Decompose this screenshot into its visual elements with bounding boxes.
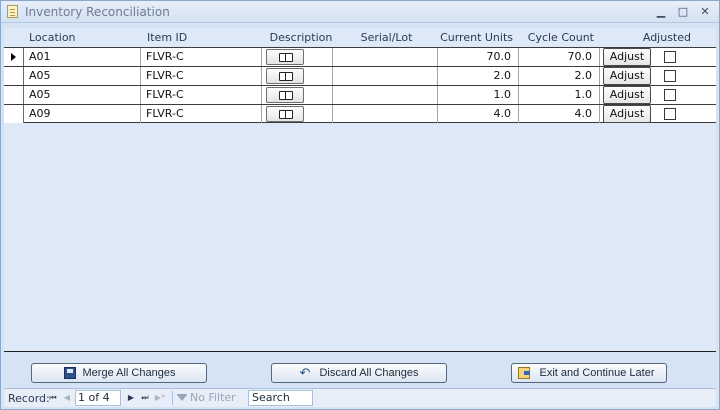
open-book-icon — [279, 72, 293, 81]
title-bar: Inventory Reconciliation ▁ □ ✕ — [1, 1, 719, 23]
discard-all-changes-button[interactable]: ↶ Discard All Changes — [271, 363, 447, 383]
location-cell[interactable]: A01 — [24, 48, 141, 66]
serial-lot-cell[interactable] — [333, 86, 438, 104]
open-book-icon — [279, 110, 293, 119]
record-label: Record: — [8, 392, 50, 405]
record-selector[interactable] — [4, 48, 24, 66]
filter-icon — [177, 394, 187, 402]
current-units-cell[interactable]: 4.0 — [438, 105, 519, 123]
current-units-cell[interactable]: 1.0 — [438, 86, 519, 104]
exit-and-continue-later-label: Exit and Continue Later — [539, 367, 655, 379]
no-filter-button[interactable]: No Filter — [176, 391, 244, 405]
merge-all-changes-button[interactable]: Merge All Changes — [31, 363, 207, 383]
adjusted-checkbox[interactable] — [664, 108, 676, 120]
current-units-cell[interactable]: 70.0 — [438, 48, 519, 66]
undo-icon: ↶ — [299, 365, 311, 380]
current-record-field[interactable]: 1 of 4 — [75, 390, 121, 406]
item-id-cell[interactable]: FLVR-C — [141, 86, 262, 104]
column-header-cycle-count: Cycle Count — [527, 31, 594, 44]
first-record-icon[interactable]: ⏮ — [47, 391, 59, 405]
view-description-button[interactable] — [266, 87, 304, 103]
current-record-arrow-icon — [11, 53, 16, 61]
record-selector[interactable] — [4, 86, 24, 104]
item-id-cell[interactable]: FLVR-C — [141, 67, 262, 85]
next-record-icon[interactable]: ▶ — [125, 391, 137, 405]
location-cell[interactable]: A05 — [24, 86, 141, 104]
exit-and-continue-later-button[interactable]: Exit and Continue Later — [511, 363, 667, 383]
view-description-button[interactable] — [266, 106, 304, 122]
serial-lot-cell[interactable] — [333, 67, 438, 85]
column-header-adjusted: Adjusted — [642, 31, 691, 44]
new-record-icon[interactable]: ▶* — [154, 391, 166, 405]
nav-separator — [172, 391, 173, 405]
exit-door-icon — [518, 367, 530, 379]
location-cell[interactable]: A05 — [24, 67, 141, 85]
form-icon — [7, 5, 18, 18]
table-row[interactable]: A05 FLVR-C 2.0 2.0 Adjust — [4, 66, 716, 85]
adjust-button[interactable]: Adjust — [603, 67, 651, 85]
discard-all-changes-label: Discard All Changes — [319, 367, 419, 379]
location-cell[interactable]: A09 — [24, 105, 141, 123]
table-row[interactable]: A05 FLVR-C 1.0 1.0 Adjust — [4, 85, 716, 104]
table-row[interactable]: A01 FLVR-C 70.0 70.0 Adjust — [4, 47, 716, 66]
view-description-button[interactable] — [266, 49, 304, 65]
search-input[interactable]: Search — [248, 390, 313, 406]
record-selector[interactable] — [4, 67, 24, 85]
no-filter-label: No Filter — [190, 391, 236, 404]
previous-record-icon[interactable]: ◀ — [61, 391, 73, 405]
adjusted-checkbox[interactable] — [664, 89, 676, 101]
item-id-cell[interactable]: FLVR-C — [141, 48, 262, 66]
adjusted-checkbox[interactable] — [664, 70, 676, 82]
column-header-description: Description — [269, 31, 333, 44]
reconciliation-grid: Location Item ID Description Serial/Lot … — [4, 28, 716, 351]
maximize-button[interactable]: □ — [675, 4, 691, 20]
record-selector[interactable] — [4, 105, 24, 123]
merge-all-changes-label: Merge All Changes — [82, 367, 176, 379]
cycle-count-cell[interactable]: 1.0 — [519, 86, 600, 104]
column-header-location: Location — [29, 31, 76, 44]
open-book-icon — [279, 91, 293, 100]
inventory-reconciliation-window: Inventory Reconciliation ▁ □ ✕ Location … — [0, 0, 720, 410]
view-description-button[interactable] — [266, 68, 304, 84]
adjust-button[interactable]: Adjust — [603, 48, 651, 66]
minimize-button[interactable]: ▁ — [653, 4, 669, 20]
column-header-serial-lot: Serial/Lot — [360, 31, 413, 44]
current-units-cell[interactable]: 2.0 — [438, 67, 519, 85]
serial-lot-cell[interactable] — [333, 48, 438, 66]
record-navigation-bar: Record: ⏮ ◀ 1 of 4 ▶ ⏭ ▶* No Filter Sear… — [4, 388, 716, 407]
cycle-count-cell[interactable]: 70.0 — [519, 48, 600, 66]
column-header-item-id: Item ID — [147, 31, 188, 44]
open-book-icon — [279, 53, 293, 62]
serial-lot-cell[interactable] — [333, 105, 438, 123]
window-title: Inventory Reconciliation — [25, 5, 170, 19]
adjusted-checkbox[interactable] — [664, 51, 676, 63]
table-row[interactable]: A09 FLVR-C 4.0 4.0 Adjust — [4, 104, 716, 123]
adjust-button[interactable]: Adjust — [603, 86, 651, 104]
save-disk-icon — [64, 367, 76, 379]
cycle-count-cell[interactable]: 4.0 — [519, 105, 600, 123]
cycle-count-cell[interactable]: 2.0 — [519, 67, 600, 85]
item-id-cell[interactable]: FLVR-C — [141, 105, 262, 123]
close-button[interactable]: ✕ — [697, 4, 713, 20]
last-record-icon[interactable]: ⏭ — [139, 391, 151, 405]
adjust-button[interactable]: Adjust — [603, 105, 651, 123]
column-header-current-units: Current Units — [440, 31, 513, 44]
